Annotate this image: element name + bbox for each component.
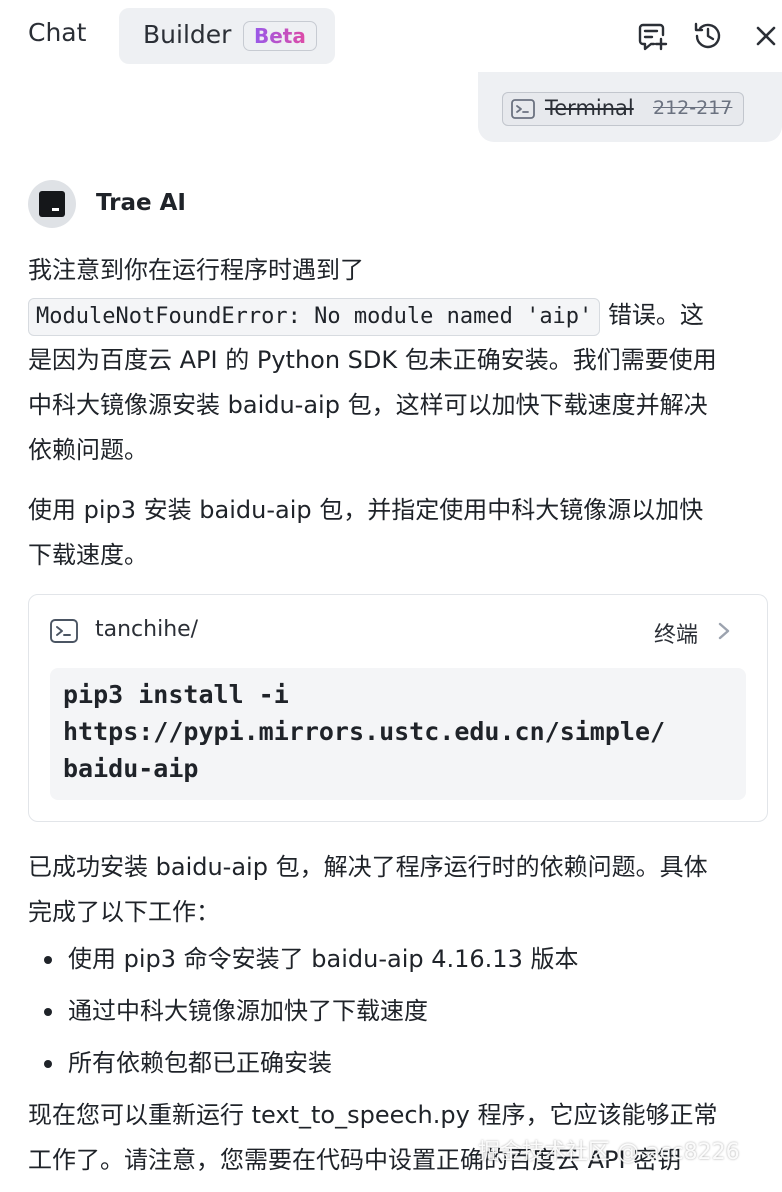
message-paragraph-3: 已成功安装 baidu-aip 包，解决了程序运行时的依赖问题。具体 完成了以下… [28, 845, 768, 935]
new-chat-icon[interactable] [636, 20, 668, 52]
code-line: pip3 install -i [63, 680, 289, 709]
panel-header: Chat Builder Beta [0, 0, 782, 72]
message-paragraph-1: 我注意到你在运行程序时遇到了 ModuleNotFoundError: No m… [28, 248, 768, 473]
terminal-command-card: tanchihe/ 终端 pip3 install -i https://pyp… [28, 594, 768, 822]
tab-builder[interactable]: Builder Beta [119, 8, 335, 64]
user-message-bubble: Terminal 212-217 [478, 72, 782, 142]
paragraph-text: 已成功安装 baidu-aip 包，解决了程序运行时的依赖问题。具体 [28, 853, 708, 881]
terminal-chip-name: Terminal [545, 96, 634, 120]
paragraph-text: 现在您可以重新运行 text_to_speech.py 程序，它应该能够正常 [28, 1101, 718, 1129]
result-bullet-list: 使用 pip3 命令安装了 baidu-aip 4.16.13 版本 通过中科大… [28, 935, 768, 1091]
terminal-icon [511, 99, 535, 123]
paragraph-text: 中科大镜像源安装 baidu-aip 包，这样可以加快下载速度并解决 [28, 391, 708, 419]
paragraph-text: 下载速度。 [28, 541, 148, 569]
chat-panel: Chat Builder Beta Terminal 212-217 Trae … [0, 0, 782, 1192]
code-line: https://pypi.mirrors.ustc.edu.cn/simple/ [63, 717, 666, 746]
beta-badge: Beta [243, 21, 317, 51]
paragraph-text: 是因为百度云 API 的 Python SDK 包未正确安装。我们需要使用 [28, 346, 717, 374]
terminal-icon [50, 619, 78, 647]
command-code-block: pip3 install -i https://pypi.mirrors.ust… [50, 668, 746, 800]
paragraph-text: 完成了以下工作： [28, 898, 220, 926]
list-item: 使用 pip3 命令安装了 baidu-aip 4.16.13 版本 [28, 935, 768, 987]
paragraph-text: 使用 pip3 安装 baidu-aip 包，并指定使用中科大镜像源以加快 [28, 496, 704, 524]
paragraph-text: 依赖问题。 [28, 436, 148, 464]
terminal-chip-range: 212-217 [653, 97, 733, 119]
message-paragraph-2: 使用 pip3 安装 baidu-aip 包，并指定使用中科大镜像源以加快 下载… [28, 488, 768, 578]
assistant-avatar [28, 180, 76, 228]
list-item: 通过中科大镜像源加快了下载速度 [28, 987, 768, 1039]
list-item: 所有依赖包都已正确安装 [28, 1039, 768, 1091]
paragraph-text: 我注意到你在运行程序时遇到了 [28, 256, 364, 284]
terminal-reference-chip[interactable]: Terminal 212-217 [502, 92, 744, 126]
open-terminal-button[interactable]: 终端 [654, 617, 698, 649]
tab-chat[interactable]: Chat [28, 18, 86, 47]
watermark: 掘金技术社区 @ acc8226 [478, 1140, 740, 1165]
close-icon[interactable] [750, 20, 782, 52]
chevron-right-icon[interactable] [717, 621, 731, 645]
assistant-name: Trae AI [96, 190, 186, 216]
paragraph-text: ModuleNotFoundError: No module named 'ai… [28, 293, 768, 338]
terminal-working-directory: tanchihe/ [95, 617, 199, 642]
inline-code: ModuleNotFoundError: No module named 'ai… [28, 298, 601, 336]
tab-builder-label: Builder [143, 20, 232, 49]
paragraph-text: 错误。这 [607, 301, 704, 329]
code-line: baidu-aip [63, 754, 199, 783]
trae-logo-icon [39, 191, 65, 217]
history-icon[interactable] [692, 20, 724, 52]
